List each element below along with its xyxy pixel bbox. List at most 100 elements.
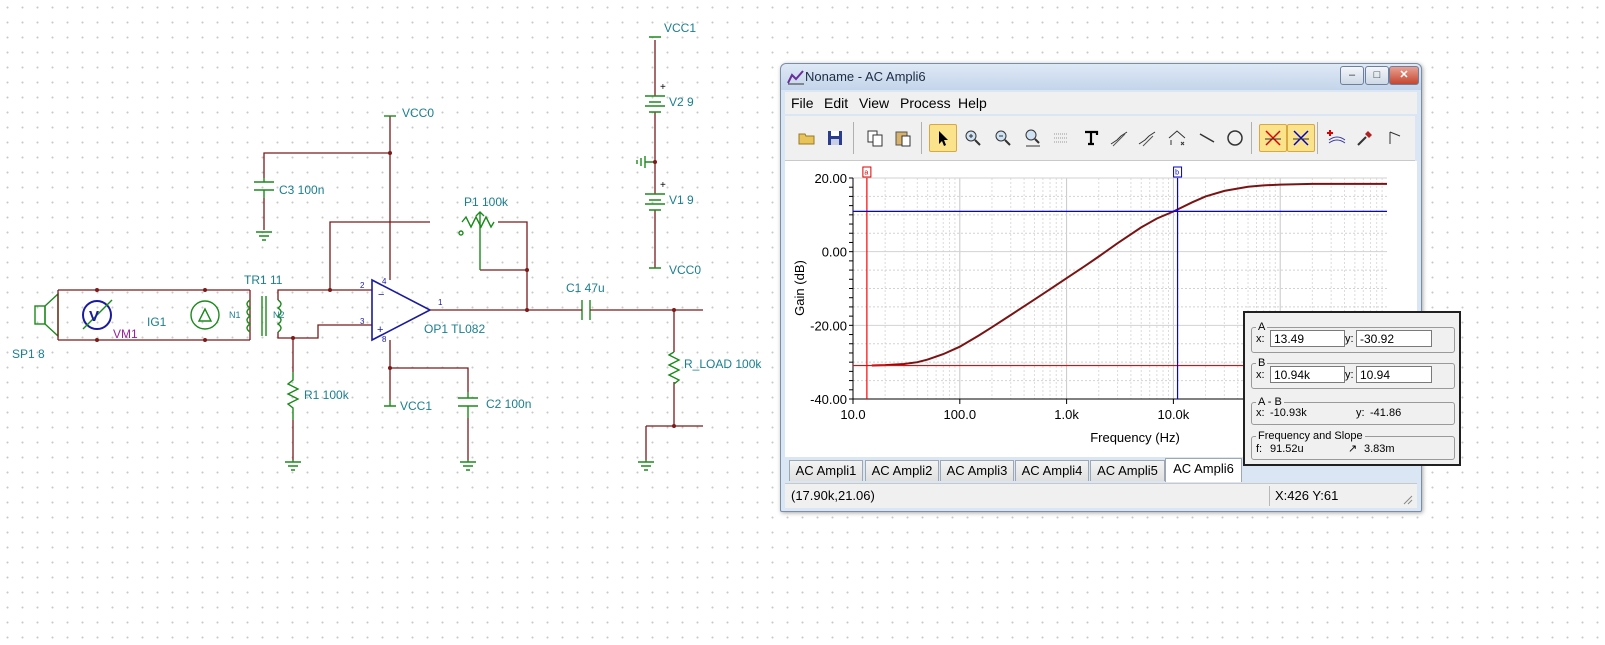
capacitor-c1[interactable] bbox=[581, 300, 591, 320]
capacitor-c2[interactable] bbox=[458, 392, 478, 418]
circle-tool-icon[interactable] bbox=[1221, 124, 1249, 152]
label-n1: N1 bbox=[229, 310, 241, 320]
tab-ac-ampli4[interactable]: AC Ampli4 bbox=[1015, 460, 1089, 481]
menu-help[interactable]: Help bbox=[958, 95, 987, 111]
potentiometer-p1[interactable] bbox=[458, 211, 495, 270]
pin-1-label: 1 bbox=[438, 298, 443, 307]
cursor-a-marker[interactable]: a bbox=[862, 166, 872, 178]
a-x-field[interactable]: 13.49 bbox=[1270, 330, 1345, 347]
tab-ac-ampli2[interactable]: AC Ampli2 bbox=[865, 460, 939, 481]
menu-file[interactable]: File bbox=[791, 95, 814, 111]
label-tr1: TR1 11 bbox=[244, 273, 283, 287]
label-v2: V2 9 bbox=[669, 95, 694, 109]
label-vcc0-bottom: VCC0 bbox=[669, 263, 701, 277]
y-tick-label: -20.00 bbox=[810, 318, 847, 333]
maximize-button[interactable]: □ bbox=[1365, 66, 1389, 85]
svg-text:−: − bbox=[378, 289, 384, 301]
curve-label-2-icon[interactable] bbox=[1133, 124, 1161, 152]
tab-ac-ampli1[interactable]: AC Ampli1 bbox=[789, 460, 863, 481]
cursor-diff-group: A - B x: -10.93k y: -41.86 bbox=[1251, 396, 1455, 425]
frequency-slope-group: Frequency and Slope f: 91.52u ↗ 3.83m bbox=[1251, 430, 1455, 460]
a-y-field[interactable]: -30.92 bbox=[1356, 330, 1432, 347]
open-folder-icon[interactable] bbox=[793, 124, 821, 152]
text-tool-icon[interactable] bbox=[1077, 124, 1105, 152]
copy-icon[interactable] bbox=[861, 124, 889, 152]
cursor-a-group: A x: 13.49 y: -30.92 bbox=[1251, 321, 1455, 353]
cursor-a-icon[interactable] bbox=[1259, 124, 1287, 152]
menu-bar: File Edit View Process Help bbox=[785, 92, 1417, 114]
ac-analysis-window[interactable]: Noname - AC Ampli6 – □ ✕ File Edit View … bbox=[780, 63, 1461, 512]
resistor-r1[interactable] bbox=[286, 372, 300, 420]
ab-x-label: x: bbox=[1256, 407, 1265, 419]
label-c1: C1 47u bbox=[566, 281, 605, 295]
label-n2: N2 bbox=[273, 310, 285, 320]
menu-view[interactable]: View bbox=[859, 95, 889, 111]
menu-edit[interactable]: Edit bbox=[824, 95, 848, 111]
pin-8-label: 8 bbox=[382, 335, 387, 344]
zoom-in-icon[interactable] bbox=[959, 124, 987, 152]
y-tick-label: 0.00 bbox=[822, 245, 847, 260]
f-label: f: bbox=[1256, 443, 1263, 455]
y-tick-label: -40.00 bbox=[810, 392, 847, 407]
x-tick-label: 10.0k bbox=[1157, 407, 1189, 422]
tab-ac-ampli6[interactable]: AC Ampli6 bbox=[1165, 458, 1242, 482]
label-vcc1-top: VCC1 bbox=[664, 21, 696, 35]
grid-icon[interactable] bbox=[1047, 124, 1075, 152]
voltmeter-vm1[interactable]: V bbox=[82, 299, 113, 330]
opamp-op1[interactable]: − + bbox=[371, 278, 432, 342]
cursor-b-title: B bbox=[1256, 357, 1268, 369]
label-v1: V1 9 bbox=[669, 193, 694, 207]
label-c3: C3 100n bbox=[279, 183, 324, 197]
cursor-a-title: A bbox=[1256, 321, 1268, 333]
line-tool-icon[interactable] bbox=[1193, 124, 1221, 152]
toolbar bbox=[785, 116, 1415, 161]
zoom-100-icon[interactable] bbox=[1019, 124, 1047, 152]
title-bar[interactable]: Noname - AC Ampli6 – □ ✕ bbox=[781, 64, 1421, 90]
tab-ac-ampli5[interactable]: AC Ampli5 bbox=[1090, 460, 1165, 481]
pin-4-label: 4 bbox=[382, 277, 387, 286]
b-x-field[interactable]: 10.94k bbox=[1270, 366, 1345, 383]
label-vcc0: VCC0 bbox=[402, 106, 434, 120]
close-button[interactable]: ✕ bbox=[1389, 66, 1419, 85]
slope-icon[interactable] bbox=[1381, 124, 1409, 152]
plot-area[interactable]: 20.00 0.00 -20.00 -40.0010.0 100.0 1.0k 10.0k 1… bbox=[785, 161, 1461, 466]
cursor-a-label: a bbox=[864, 170, 868, 177]
tab-ac-ampli3[interactable]: AC Ampli3 bbox=[940, 460, 1014, 481]
resistor-r-load[interactable] bbox=[667, 351, 681, 385]
slope-arrow-icon: ↗ bbox=[1348, 443, 1358, 455]
a-x-label: x: bbox=[1256, 333, 1265, 345]
menu-process[interactable]: Process bbox=[900, 95, 951, 111]
cursor-readout-panel[interactable]: A x: 13.49 y: -30.92 B x: 10.94k y: 10.9… bbox=[1243, 311, 1461, 466]
window-title: Noname - AC Ampli6 bbox=[805, 69, 926, 84]
paste-icon[interactable] bbox=[889, 124, 917, 152]
current-generator-ig1[interactable] bbox=[190, 300, 220, 330]
document-tabs: AC Ampli1 AC Ampli2 AC Ampli3 AC Ampli4 … bbox=[789, 458, 1414, 482]
a-y-label: y: bbox=[1345, 333, 1354, 345]
cursor-b-icon[interactable] bbox=[1287, 124, 1315, 152]
cursor-b-label: b bbox=[1175, 170, 1179, 177]
vm-symbol-text: V bbox=[89, 308, 99, 325]
cursor-b-group: B x: 10.94k y: 10.94 bbox=[1251, 357, 1455, 389]
status-bar: (17.90k,21.06) X:426 Y:61 bbox=[785, 483, 1417, 508]
b-y-field[interactable]: 10.94 bbox=[1356, 366, 1432, 383]
zoom-out-icon[interactable] bbox=[989, 124, 1017, 152]
add-curve-icon[interactable] bbox=[1323, 124, 1351, 152]
svg-text:+: + bbox=[660, 82, 666, 93]
pointer-icon[interactable] bbox=[929, 124, 957, 152]
curve-label-icon[interactable] bbox=[1105, 124, 1133, 152]
ab-x-value: -10.93k bbox=[1270, 407, 1307, 419]
probe-icon[interactable] bbox=[1351, 124, 1379, 152]
pin-3-label: 3 bbox=[360, 317, 365, 326]
capacitor-c3[interactable] bbox=[254, 178, 274, 198]
x-tick-label: 100.0 bbox=[944, 407, 977, 422]
minimize-button[interactable]: – bbox=[1340, 66, 1364, 85]
circuit-schematic[interactable]: V − + + + VCC0 C3 100n P1 100k TR1 11 IG… bbox=[0, 0, 780, 645]
resize-grip-icon[interactable] bbox=[1401, 493, 1413, 505]
pin-2-label: 2 bbox=[360, 281, 365, 290]
label-c2: C2 100n bbox=[486, 397, 531, 411]
save-disk-icon[interactable] bbox=[821, 124, 849, 152]
formula-icon[interactable] bbox=[1163, 124, 1191, 152]
cursor-b-marker[interactable]: b bbox=[1173, 166, 1183, 178]
speaker-sp1[interactable] bbox=[34, 292, 59, 338]
ab-y-value: -41.86 bbox=[1370, 407, 1402, 419]
